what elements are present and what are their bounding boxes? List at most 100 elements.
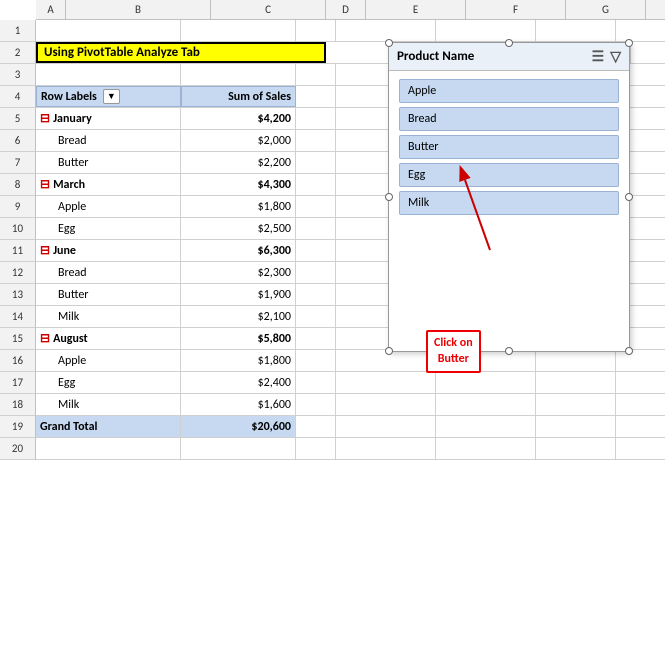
cell-10-c: $2,500 <box>181 218 296 239</box>
cell-18-b: Milk <box>36 394 181 415</box>
cell-9-b: Apple <box>36 196 181 217</box>
cell-3-c <box>181 64 296 85</box>
cell-17-d <box>296 372 336 393</box>
col-header-f: F <box>466 0 566 19</box>
cell-13-d <box>296 284 336 305</box>
slicer-item-bread[interactable]: Bread <box>399 107 619 131</box>
cell-20-c <box>181 438 296 459</box>
row-labels-text: Row Labels <box>41 90 97 104</box>
resize-handle-tm[interactable] <box>505 39 513 47</box>
cell-15-c: $5,800 <box>181 328 296 349</box>
cell-18-c: $1,600 <box>181 394 296 415</box>
cell-16-c: $1,800 <box>181 350 296 371</box>
cell-14-b: Milk <box>36 306 181 327</box>
slicer-multiselect-icon[interactable]: ☰ <box>592 48 605 65</box>
cell-11-d <box>296 240 336 261</box>
resize-handle-br[interactable] <box>625 347 633 355</box>
row-num-7: 7 <box>0 152 36 174</box>
cell-19-g <box>536 416 616 437</box>
row-num-13: 13 <box>0 284 36 306</box>
slicer-header: Product Name ☰ ▽ <box>389 43 629 71</box>
cell-1-g <box>536 20 616 41</box>
cell-5-c: $4,200 <box>181 108 296 129</box>
row-num-5: 5 <box>0 108 36 130</box>
col-header-a: A <box>36 0 66 19</box>
row-numbers: 1 2 3 4 5 6 7 8 9 10 11 12 13 14 15 16 1… <box>0 20 36 460</box>
row-num-8: 8 <box>0 174 36 196</box>
row-num-18: 18 <box>0 394 36 416</box>
title-cell: Using PivotTable Analyze Tab <box>36 42 326 63</box>
cell-15-d <box>296 328 336 349</box>
cell-8-d <box>296 174 336 195</box>
cell-20-e <box>336 438 436 459</box>
row-num-2: 2 <box>0 42 36 64</box>
cell-19-d <box>296 416 336 437</box>
cell-6-d <box>296 130 336 151</box>
cell-17-b: Egg <box>36 372 181 393</box>
row-num-16: 16 <box>0 350 36 372</box>
dropdown-arrow-icon[interactable]: ▼ <box>103 89 120 104</box>
row-num-9: 9 <box>0 196 36 218</box>
col-header-e: E <box>366 0 466 19</box>
cell-5-d <box>296 108 336 129</box>
slicer-item-milk[interactable]: Milk <box>399 191 619 215</box>
row-num-12: 12 <box>0 262 36 284</box>
slicer-header-icons: ☰ ▽ <box>592 48 621 65</box>
cell-17-g <box>536 372 616 393</box>
slicer-item-butter[interactable]: Butter <box>399 135 619 159</box>
slicer-item-apple[interactable]: Apple <box>399 79 619 103</box>
cell-9-c: $1,800 <box>181 196 296 217</box>
resize-handle-bm[interactable] <box>505 347 513 355</box>
cell-8-b: ⊟March <box>36 174 181 195</box>
slicer-filter-icon[interactable]: ▽ <box>610 48 621 65</box>
cell-17-e <box>336 372 436 393</box>
resize-handle-bl[interactable] <box>385 347 393 355</box>
cell-20-b <box>36 438 181 459</box>
cell-18-f <box>436 394 536 415</box>
row-num-19: 19 <box>0 416 36 438</box>
cell-12-b: Bread <box>36 262 181 283</box>
slicer-panel: Product Name ☰ ▽ Apple Bread Butter Egg … <box>388 42 630 352</box>
cell-20-g <box>536 438 616 459</box>
cell-10-b: Egg <box>36 218 181 239</box>
cell-11-c: $6,300 <box>181 240 296 261</box>
click-label-line2: Butter <box>438 352 469 366</box>
slicer-items: Apple Bread Butter Egg Milk <box>389 71 629 223</box>
cell-9-d <box>296 196 336 217</box>
cell-20-f <box>436 438 536 459</box>
cell-8-c: $4,300 <box>181 174 296 195</box>
cell-18-d <box>296 394 336 415</box>
cell-17-c: $2,400 <box>181 372 296 393</box>
cell-4-d <box>296 86 336 107</box>
row-16: Apple $1,800 <box>36 350 665 372</box>
cell-1-b <box>36 20 181 41</box>
cell-20-d <box>296 438 336 459</box>
pivot-sum-header: Sum of Sales <box>181 86 296 107</box>
cell-6-c: $2,000 <box>181 130 296 151</box>
resize-handle-mr[interactable] <box>625 193 633 201</box>
col-header-b: B <box>66 0 211 19</box>
row-num-17: 17 <box>0 372 36 394</box>
row-num-3: 3 <box>0 64 36 86</box>
cell-19-b: Grand Total <box>36 416 181 437</box>
cell-3-b <box>36 64 181 85</box>
cell-17-f <box>436 372 536 393</box>
row-17: Egg $2,400 <box>36 372 665 394</box>
resize-handle-ml[interactable] <box>385 193 393 201</box>
cell-15-b: ⊟August <box>36 328 181 349</box>
cell-1-c <box>181 20 296 41</box>
cell-16-b: Apple <box>36 350 181 371</box>
resize-handle-tl[interactable] <box>385 39 393 47</box>
row-num-10: 10 <box>0 218 36 240</box>
row-num-14: 14 <box>0 306 36 328</box>
slicer-item-egg[interactable]: Egg <box>399 163 619 187</box>
cell-18-e <box>336 394 436 415</box>
cell-19-e <box>336 416 436 437</box>
cell-12-d <box>296 262 336 283</box>
resize-handle-tr[interactable] <box>625 39 633 47</box>
cell-1-e <box>336 20 436 41</box>
cell-11-b: ⊟June <box>36 240 181 261</box>
pivot-row-labels-header[interactable]: Row Labels ▼ <box>36 86 181 107</box>
click-label-line1: Click on <box>434 336 473 350</box>
cell-7-b: Butter <box>36 152 181 173</box>
